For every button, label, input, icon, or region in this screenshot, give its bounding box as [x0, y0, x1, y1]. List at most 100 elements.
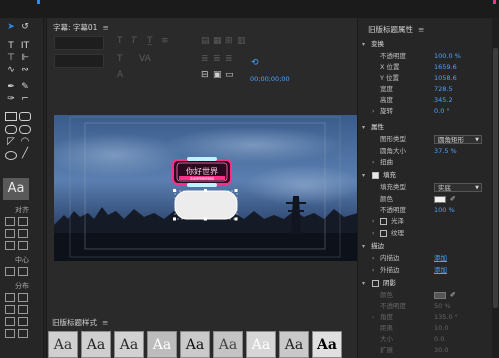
- selection-handle[interactable]: [173, 217, 176, 221]
- fill-type-dropdown[interactable]: 实底 ▼: [434, 183, 482, 192]
- prop-shadow-angle[interactable]: › 角度 135.0 °: [358, 312, 492, 323]
- font-size-icon[interactable]: T: [117, 54, 123, 64]
- shadow-distance-value[interactable]: 10.0: [434, 323, 448, 334]
- align-right-icon[interactable]: [5, 241, 15, 250]
- add-outer-stroke-link[interactable]: 添加: [434, 265, 447, 276]
- style-preset-tile[interactable]: Aa: [147, 331, 177, 358]
- width-value[interactable]: 728.5: [434, 84, 453, 95]
- eyedropper-icon[interactable]: ✐: [450, 194, 456, 205]
- new-title-icon[interactable]: ⊞: [225, 36, 233, 46]
- properties-scrollbar[interactable]: [492, 18, 499, 358]
- underline-icon[interactable]: T̲: [147, 36, 153, 46]
- align-left-icon[interactable]: [5, 217, 15, 226]
- section-transform[interactable]: ▾ 变换: [358, 39, 492, 50]
- area-type-tool-icon[interactable]: ⊤: [4, 52, 18, 64]
- chevron-right-icon[interactable]: ›: [372, 312, 374, 323]
- x-position-value[interactable]: 1659.6: [434, 62, 457, 73]
- title-tab[interactable]: 字幕: 字幕01 ≡: [53, 22, 109, 33]
- shadow-size-value[interactable]: 0.0: [434, 334, 444, 345]
- chevron-right-icon[interactable]: ›: [372, 265, 374, 276]
- align-top-icon[interactable]: [5, 229, 15, 238]
- selection-handle[interactable]: [204, 217, 207, 221]
- distribute-vertical-icon[interactable]: [18, 329, 28, 338]
- center-vertical-icon[interactable]: [18, 267, 28, 276]
- title-canvas[interactable]: 你好世界 欢迎来到我的频道: [54, 115, 358, 261]
- wedge-tool-icon[interactable]: ◸: [4, 136, 18, 148]
- baseline-icon[interactable]: ▭: [225, 70, 234, 80]
- fill-color-swatch[interactable]: [434, 196, 446, 203]
- style-preset-tile[interactable]: Aa: [180, 331, 210, 358]
- selection-handle[interactable]: [234, 189, 238, 192]
- templates-icon[interactable]: ▦: [213, 36, 222, 46]
- italic-icon[interactable]: T: [131, 36, 137, 46]
- eyedropper-icon[interactable]: ✐: [450, 290, 456, 301]
- distribute-center-icon[interactable]: [18, 293, 28, 302]
- font-style-dropdown[interactable]: [54, 54, 104, 68]
- chevron-down-icon[interactable]: ▾: [362, 170, 365, 181]
- chevron-right-icon[interactable]: ›: [372, 216, 374, 227]
- style-preset-tile[interactable]: Aa: [81, 331, 111, 358]
- distribute-top-icon[interactable]: [5, 317, 15, 326]
- texture-checkbox[interactable]: [380, 230, 387, 237]
- clipped-rectangle-tool-icon[interactable]: [5, 125, 17, 134]
- rounded-rectangle-shape[interactable]: [174, 190, 238, 220]
- section-shadow[interactable]: ▾ 阴影: [358, 278, 492, 289]
- align-text-center-icon[interactable]: ≣: [213, 54, 221, 64]
- rounded-rectangle-tool-icon[interactable]: [19, 125, 31, 134]
- tab-stops-icon[interactable]: ≡: [161, 36, 169, 46]
- prop-distort[interactable]: › 扭曲: [358, 157, 492, 168]
- distribute-bottom-icon[interactable]: [5, 329, 15, 338]
- fill-checkbox[interactable]: [372, 172, 379, 179]
- chevron-right-icon[interactable]: ›: [372, 228, 374, 239]
- prop-rotation[interactable]: › 旋转 0.0 °: [358, 106, 492, 117]
- style-preset-tile[interactable]: Aa: [114, 331, 144, 358]
- shape-type-dropdown[interactable]: 圆角矩形 ▼: [434, 135, 482, 144]
- chevron-down-icon[interactable]: ▾: [362, 278, 365, 289]
- distribute-middle-icon[interactable]: [18, 317, 28, 326]
- arc-tool-icon[interactable]: ◠: [18, 136, 32, 148]
- style-preset-tile[interactable]: Aa: [246, 331, 276, 358]
- distribute-even-icon[interactable]: [18, 305, 28, 314]
- rotate-tool-icon[interactable]: ↺: [18, 21, 32, 33]
- styles-menu-icon[interactable]: ≡: [102, 318, 108, 327]
- style-preset-tile[interactable]: Aa: [213, 331, 243, 358]
- properties-menu-icon[interactable]: ≡: [418, 25, 424, 34]
- prop-outer-stroke[interactable]: › 外描边 添加: [358, 265, 492, 276]
- section-fill[interactable]: ▾ 填充: [358, 170, 492, 181]
- convert-anchor-tool-icon[interactable]: ⌐: [18, 93, 32, 105]
- prop-texture[interactable]: › 纹理: [358, 228, 492, 239]
- bold-icon[interactable]: T: [117, 36, 123, 46]
- selection-handle[interactable]: [173, 189, 176, 192]
- height-value[interactable]: 345.2: [434, 95, 453, 106]
- kerning-icon[interactable]: VA: [139, 54, 151, 64]
- shadow-color-swatch[interactable]: [434, 292, 446, 299]
- distribute-right-icon[interactable]: [5, 305, 15, 314]
- chevron-right-icon[interactable]: ›: [372, 157, 374, 168]
- align-text-right-icon[interactable]: ≣: [225, 54, 233, 64]
- ellipse-tool-icon[interactable]: [5, 151, 17, 160]
- font-family-dropdown[interactable]: [54, 36, 104, 50]
- add-anchor-tool-icon[interactable]: ✑: [4, 93, 18, 105]
- add-inner-stroke-link[interactable]: 添加: [434, 253, 447, 264]
- show-background-video-icon[interactable]: ⊟: [201, 70, 209, 80]
- align-middle-icon[interactable]: [18, 229, 28, 238]
- roll-crawl-options-icon[interactable]: ▤: [201, 36, 210, 46]
- chevron-right-icon[interactable]: ›: [372, 106, 374, 117]
- vertical-path-type-tool-icon[interactable]: ∾: [18, 64, 32, 76]
- fill-opacity-value[interactable]: 100 %: [434, 205, 455, 216]
- chevron-down-icon[interactable]: ▾: [362, 122, 365, 133]
- type-tool-icon[interactable]: T: [4, 40, 18, 52]
- prop-sheen[interactable]: › 光泽: [358, 216, 492, 227]
- y-position-value[interactable]: 1058.6: [434, 73, 457, 84]
- align-center-icon[interactable]: [18, 217, 28, 226]
- leading-icon[interactable]: A: [117, 70, 123, 80]
- sync-icon[interactable]: ⟲: [251, 58, 259, 68]
- rounded-corner-rectangle-tool-icon[interactable]: [19, 112, 31, 121]
- safe-margin-icon[interactable]: ▣: [213, 70, 222, 80]
- rectangle-tool-icon[interactable]: [5, 112, 17, 121]
- style-preview-swatch[interactable]: Aa: [3, 178, 29, 200]
- style-preset-tile[interactable]: Aa: [279, 331, 309, 358]
- distribute-left-icon[interactable]: [5, 293, 15, 302]
- opacity-value[interactable]: 100.0 %: [434, 51, 461, 62]
- prop-inner-stroke[interactable]: › 内描边 添加: [358, 253, 492, 264]
